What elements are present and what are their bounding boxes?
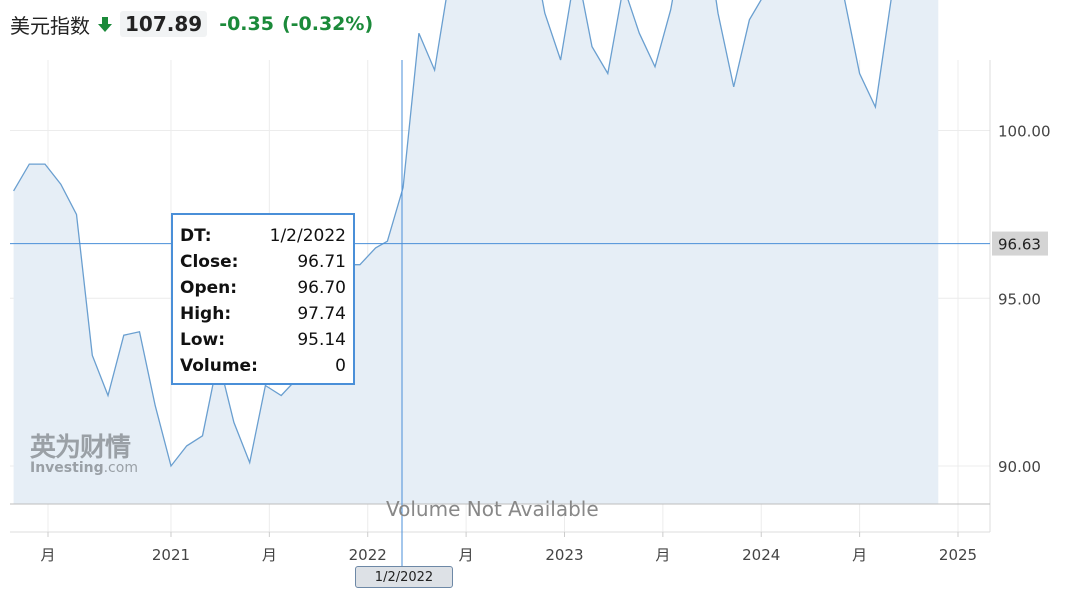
logo-en-text: Investing.com	[30, 460, 138, 476]
volume-not-available: Volume Not Available	[386, 497, 599, 521]
chart-area	[10, 0, 990, 505]
x-tick-label: 2024	[742, 546, 780, 564]
tooltip-row-dt: DT: 1/2/2022	[180, 226, 346, 246]
x-tick-label: 月	[655, 546, 670, 564]
y-tick-label: 90.00	[998, 458, 1041, 476]
x-tick-label: 2025	[939, 546, 977, 564]
investing-logo: 英为财情 Investing.com	[30, 427, 138, 476]
tooltip-row-high: High: 97.74	[180, 304, 346, 324]
x-tick-label: 2021	[152, 546, 190, 564]
ohlc-tooltip: DT: 1/2/2022 Close: 96.71 Open: 96.70 High:…	[171, 213, 355, 385]
x-tick-label: 月	[852, 546, 867, 564]
x-axis: 月 2021 月 2022 月 2023 月 2024 月 2025	[40, 532, 977, 564]
x-tick-label: 月	[262, 546, 277, 564]
tooltip-row-close: Close: 96.71	[180, 252, 346, 272]
logo-cn-text: 英为财情	[30, 433, 131, 463]
x-tick-label: 月	[40, 546, 55, 564]
crosshair-value-label: 96.63	[998, 236, 1041, 254]
tooltip-row-low: Low: 95.14	[180, 330, 346, 350]
y-tick-label: 95.00	[998, 290, 1041, 308]
x-tick-label: 月	[459, 546, 474, 564]
crosshair-date-label: 1/2/2022	[355, 566, 453, 588]
series-area-fill	[13, 0, 939, 504]
tooltip-row-open: Open: 96.70	[180, 278, 346, 298]
y-axis: 90.0095.00100.00105.00110.00107.9096.63	[992, 123, 1051, 476]
tooltip-row-volume: Volume: 0	[180, 356, 346, 376]
y-tick-label: 100.00	[998, 123, 1051, 141]
x-tick-label: 2022	[349, 546, 387, 564]
x-tick-label: 2023	[545, 546, 583, 564]
